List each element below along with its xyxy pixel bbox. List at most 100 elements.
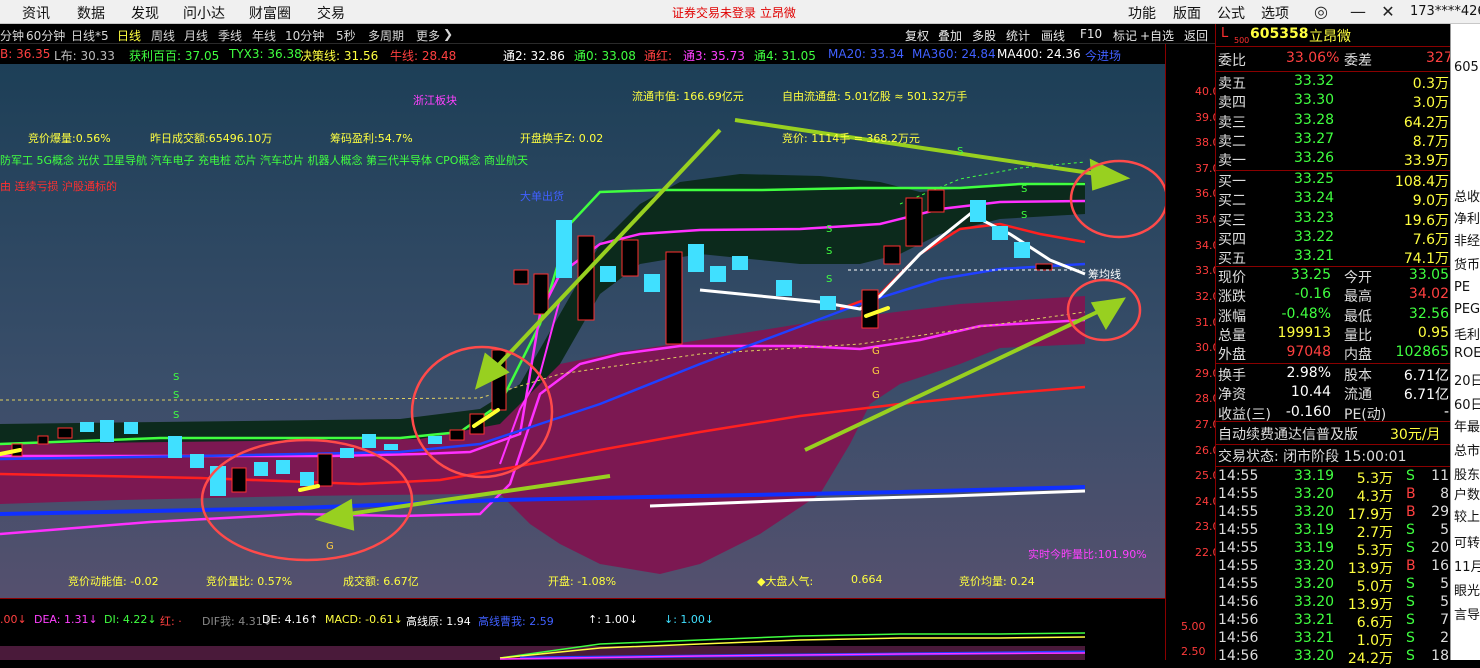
account-label[interactable]: 173****426: [1410, 4, 1480, 19]
tool-adjust[interactable]: 复权: [905, 27, 929, 44]
period-10min[interactable]: 10分钟: [285, 27, 324, 44]
f10-item[interactable]: 年最: [1454, 416, 1480, 435]
candle: [384, 444, 398, 450]
macd-chart[interactable]: [0, 628, 1165, 660]
menu-data[interactable]: 数据: [77, 3, 105, 23]
bid-row: 买四 33.22 7.6万: [1216, 229, 1451, 248]
f10-item[interactable]: 毛利: [1454, 324, 1480, 343]
stat-value: 6.71亿: [1403, 368, 1449, 384]
ask-label: 卖四: [1218, 95, 1246, 112]
tick-volume: 24.2万: [1347, 651, 1393, 667]
menu-news[interactable]: 资讯: [22, 3, 50, 23]
tool-multistock[interactable]: 多股: [972, 27, 996, 44]
f10-item[interactable]: 总市: [1454, 440, 1480, 459]
stat-label: 涨跌: [1218, 289, 1246, 306]
candle: [276, 460, 290, 474]
auction-avg: 竞价均量: 0.24: [959, 575, 1035, 588]
login-warning[interactable]: 证券交易未登录 立昂微: [672, 4, 796, 21]
tick-volume: 17.9万: [1347, 507, 1393, 523]
period-year[interactable]: 年线: [252, 27, 276, 44]
candle: [1035, 263, 1053, 271]
tool-f10[interactable]: F10: [1080, 27, 1102, 41]
tool-stats[interactable]: 统计: [1006, 27, 1030, 44]
bid-label: 买二: [1218, 193, 1246, 210]
period-day[interactable]: 日线: [117, 27, 141, 44]
f10-item[interactable]: ROE: [1454, 346, 1480, 361]
chevron-right-icon[interactable]: ❯: [443, 27, 453, 41]
ind-tonghong: 通红:: [644, 49, 673, 63]
f10-item[interactable]: PE: [1454, 280, 1470, 295]
menu-ask[interactable]: 问小达: [183, 3, 225, 23]
f10-item[interactable]: 20日: [1454, 370, 1480, 389]
f10-item[interactable]: 总收: [1454, 186, 1480, 205]
bid-row: 买一 33.25 108.4万: [1216, 171, 1451, 190]
ask-row: 卖三 33.28 64.2万: [1216, 112, 1451, 131]
f10-item[interactable]: 户数: [1454, 484, 1480, 503]
tick-time: 14:55: [1218, 486, 1259, 502]
live-volume-ratio: 实时今昨量比:101.90%: [1028, 548, 1147, 561]
period-multi[interactable]: 多周期: [368, 27, 404, 44]
tool-mark[interactable]: 标记: [1113, 27, 1137, 44]
f10-item[interactable]: 眼光: [1454, 580, 1480, 599]
bid-volume: 74.1万: [1403, 251, 1449, 268]
menu-trade[interactable]: 交易: [317, 3, 345, 23]
promo-text[interactable]: 自动续费通达信普及版: [1218, 424, 1358, 444]
bid-label: 买五: [1218, 251, 1246, 268]
promo-price[interactable]: 30元/月: [1390, 424, 1441, 444]
bid-price: 33.23: [1294, 209, 1335, 226]
message-icon[interactable]: ◎: [1311, 2, 1331, 22]
period-month[interactable]: 月线: [184, 27, 208, 44]
stat-value: 33.05: [1408, 267, 1449, 283]
f10-item[interactable]: 605: [1454, 60, 1479, 75]
period-5sec[interactable]: 5秒: [336, 27, 356, 44]
candle: [710, 266, 726, 282]
stat-value: -: [1443, 403, 1449, 420]
level-tag: L: [1221, 26, 1229, 41]
period-min[interactable]: 分钟: [0, 27, 24, 44]
f10-item[interactable]: 60日: [1454, 394, 1480, 413]
signal-s: S: [173, 390, 179, 401]
tool-add-watch[interactable]: +自选: [1140, 27, 1174, 44]
order-ratio-row: 委比 33.06% 委差 327: [1216, 50, 1453, 69]
period-week[interactable]: 周线: [151, 27, 175, 44]
tool-back[interactable]: 返回: [1184, 27, 1208, 44]
period-60min[interactable]: 60分钟: [26, 27, 65, 44]
minimize-icon[interactable]: —: [1348, 2, 1368, 22]
period-day5[interactable]: 日线*5: [71, 27, 109, 44]
period-more[interactable]: 更多: [416, 27, 440, 44]
ind-b: B: 36.35: [0, 47, 51, 61]
period-toolbar: 分钟 60分钟 日线*5 日线 周线 月线 季线 年线 10分钟 5秒 多周期 …: [0, 24, 1215, 44]
menu-layout[interactable]: 版面: [1173, 3, 1201, 23]
f10-item[interactable]: 股东: [1454, 464, 1480, 483]
candle: [362, 434, 376, 448]
f10-item[interactable]: 货币: [1454, 254, 1480, 273]
promo-row[interactable]: 自动续费通达信普及版 30元/月: [1216, 424, 1451, 444]
tool-overlay[interactable]: 叠加: [938, 27, 962, 44]
free-float: 自由流通盘: 5.01亿股 ≈ 501.32万手: [782, 90, 968, 103]
f10-item[interactable]: 净利: [1454, 208, 1480, 227]
f10-side-panel: 605 总收净利非经货币 PE PEG 毛利 ROE 20日 60日年最总市股东 户数较上可转 1…: [1450, 24, 1480, 660]
f10-item[interactable]: 言导: [1454, 604, 1480, 623]
close-icon[interactable]: ✕: [1378, 2, 1398, 22]
f10-item[interactable]: 非经: [1454, 230, 1480, 249]
menu-formula[interactable]: 公式: [1217, 3, 1245, 23]
menu-wealth[interactable]: 财富圈: [249, 3, 291, 23]
f10-item[interactable]: 11月: [1454, 556, 1480, 575]
stat-label: 外盘: [1218, 347, 1246, 364]
market-mood-value: 0.664: [851, 573, 883, 586]
tool-draw[interactable]: 画线: [1041, 27, 1065, 44]
menu-discover[interactable]: 发现: [131, 3, 159, 23]
ask-volume: 3.0万: [1412, 95, 1449, 112]
tick-count: 2: [1440, 630, 1449, 646]
menu-options[interactable]: 选项: [1261, 3, 1289, 23]
tick-price: 33.20: [1294, 594, 1335, 610]
candle: [513, 269, 529, 285]
menu-function[interactable]: 功能: [1128, 3, 1156, 23]
ind-bull: 牛线: 28.48: [390, 49, 457, 63]
f10-item[interactable]: 可转: [1454, 532, 1480, 551]
f10-item[interactable]: PEG: [1454, 302, 1480, 317]
ask-price: 33.26: [1294, 150, 1335, 167]
f10-item[interactable]: 较上: [1454, 506, 1480, 525]
period-quarter[interactable]: 季线: [218, 27, 242, 44]
ask-volume: 64.2万: [1403, 114, 1449, 131]
